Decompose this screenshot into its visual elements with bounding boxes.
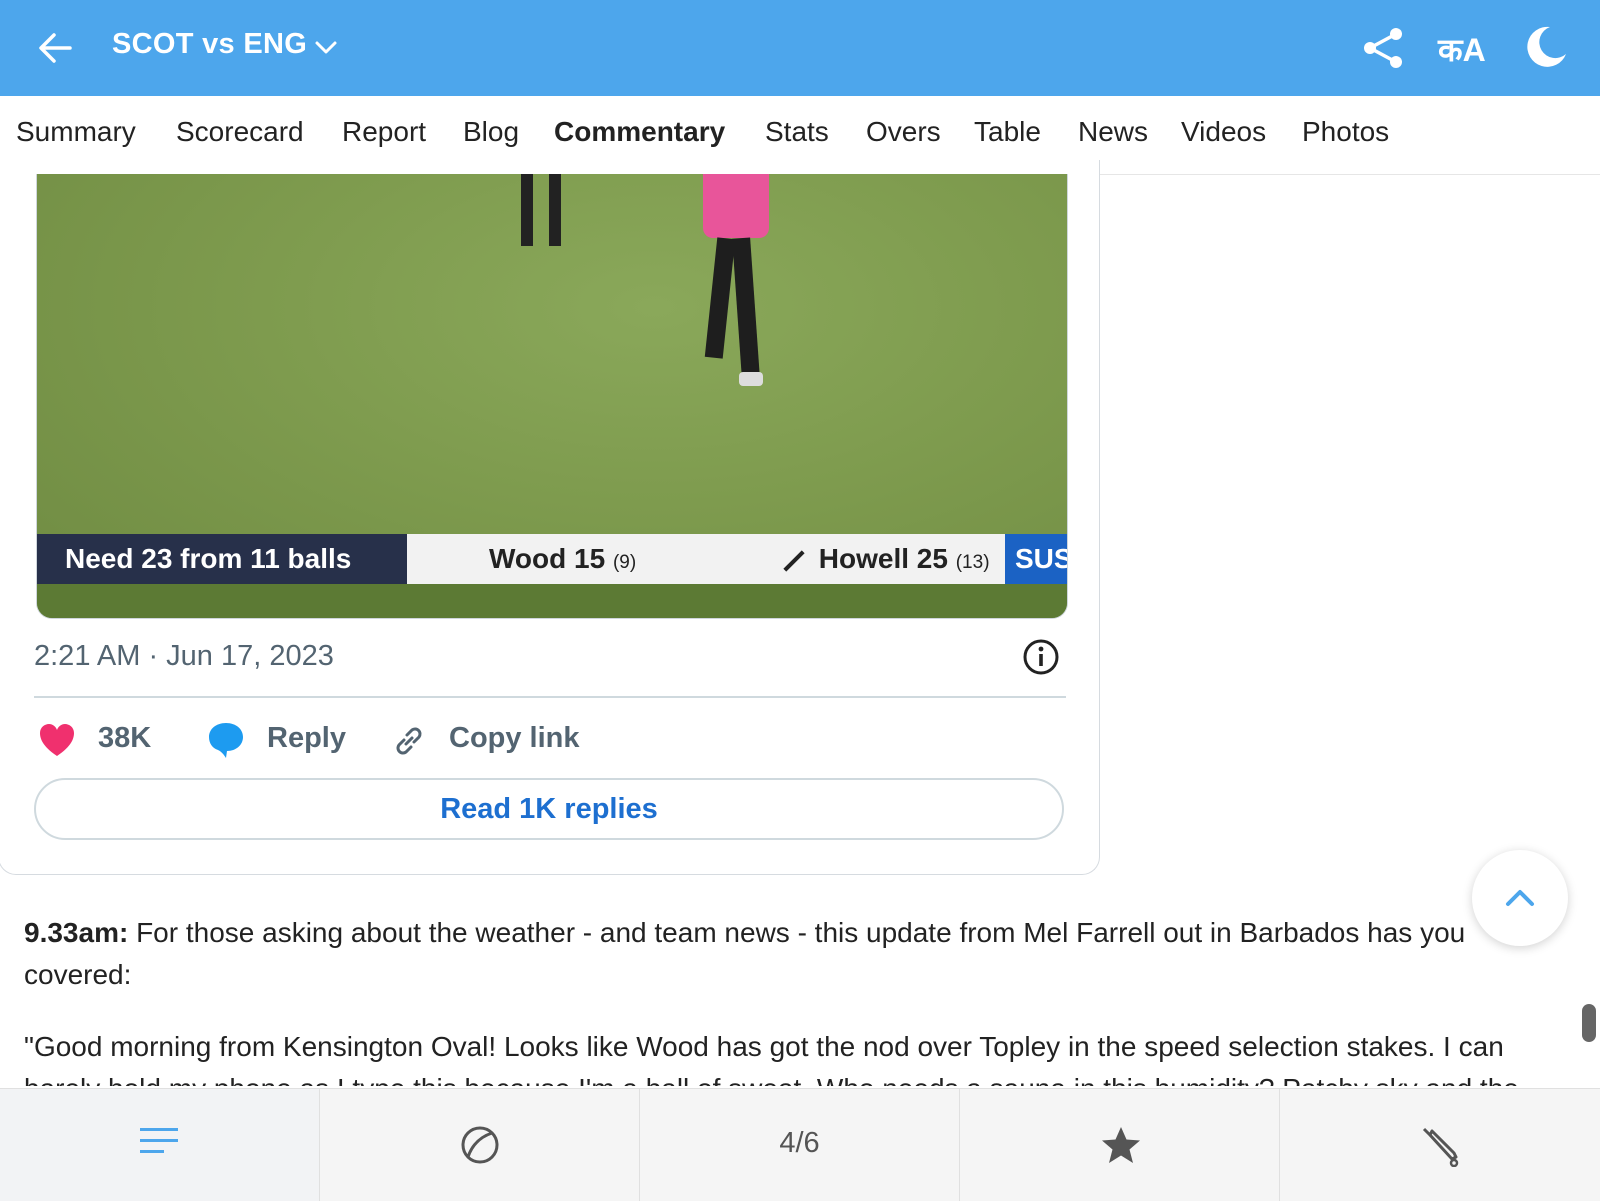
info-icon[interactable] (1022, 638, 1060, 676)
tweet-timestamp[interactable]: 2:21 AM · Jun 17, 2023 (34, 640, 334, 673)
bottom-nav: 4/6 (0, 1088, 1600, 1201)
cricket-bat-icon (1422, 1127, 1459, 1167)
tab-scorecard[interactable]: Scorecard (176, 116, 304, 148)
list-icon (140, 1128, 178, 1153)
batter-two-score: Howell 25 (818, 543, 948, 574)
top-app-bar: SCOT vs ENG कA (0, 0, 1600, 96)
match-title[interactable]: SCOT vs ENG (112, 28, 307, 61)
tweet-divider (34, 696, 1066, 698)
batter-one: Wood 15 (9) (489, 534, 636, 588)
batter-one-score: Wood 15 (489, 543, 606, 574)
tab-table[interactable]: Table (974, 116, 1041, 148)
batter-two: Howell 25 (13) (781, 534, 990, 588)
nav-highlights[interactable] (960, 1089, 1280, 1201)
pitch-strip (37, 584, 1067, 618)
scrollbar-thumb[interactable] (1582, 1004, 1596, 1042)
heart-icon[interactable] (38, 722, 76, 760)
entry-text: For those asking about the weather - and… (24, 917, 1466, 990)
team-tag: SUS (1005, 534, 1067, 584)
tab-commentary[interactable]: Commentary (554, 116, 725, 148)
like-count[interactable]: 38K (98, 722, 151, 766)
umpire-figure (507, 174, 577, 254)
share-icon[interactable] (1362, 26, 1404, 70)
batter-one-balls: (9) (612, 552, 637, 573)
reply-bubble-icon[interactable] (206, 720, 246, 760)
tab-summary[interactable]: Summary (16, 116, 136, 148)
tab-news[interactable]: News (1078, 116, 1148, 148)
tab-overs[interactable]: Overs (866, 116, 941, 148)
need-runs-label: Need 23 from 11 balls (37, 534, 407, 584)
commentary-entry: 9.33am: For those asking about the weath… (24, 912, 1564, 996)
chevron-up-icon (1506, 890, 1534, 906)
tab-blog[interactable]: Blog (463, 116, 519, 148)
copy-link-button[interactable]: Copy link (449, 722, 580, 766)
tab-photos[interactable]: Photos (1302, 116, 1389, 148)
tweet-video[interactable]: Need 23 from 11 balls Wood 15 (9) Howell… (36, 174, 1068, 619)
tab-report[interactable]: Report (342, 116, 426, 148)
commentary-quote: "Good morning from Kensington Oval! Look… (24, 1031, 1519, 1086)
score-overlay: Need 23 from 11 balls Wood 15 (9) Howell… (37, 534, 1067, 584)
language-toggle[interactable]: कA (1438, 28, 1486, 71)
page-indicator: 4/6 (779, 1127, 820, 1159)
entry-time: 9.33am: (24, 917, 129, 948)
cricket-ball-icon (461, 1126, 499, 1164)
nav-batting[interactable] (1280, 1089, 1599, 1201)
on-strike-bat-icon (783, 550, 805, 572)
read-replies-button[interactable]: Read 1K replies (34, 778, 1064, 840)
tab-videos[interactable]: Videos (1181, 116, 1266, 148)
nav-commentary-list[interactable] (0, 1089, 320, 1201)
chevron-down-icon[interactable] (314, 36, 338, 60)
dark-mode-icon[interactable] (1524, 24, 1568, 68)
back-arrow-icon[interactable] (36, 28, 76, 68)
bowler-figure (697, 174, 777, 394)
nav-live-ball[interactable] (320, 1089, 640, 1201)
reply-button[interactable]: Reply (267, 722, 346, 766)
link-icon[interactable] (390, 722, 428, 760)
batter-two-balls: (13) (955, 552, 990, 573)
nav-page-indicator[interactable]: 4/6 (640, 1089, 960, 1201)
star-icon (1102, 1127, 1140, 1163)
tab-stats[interactable]: Stats (765, 116, 829, 148)
